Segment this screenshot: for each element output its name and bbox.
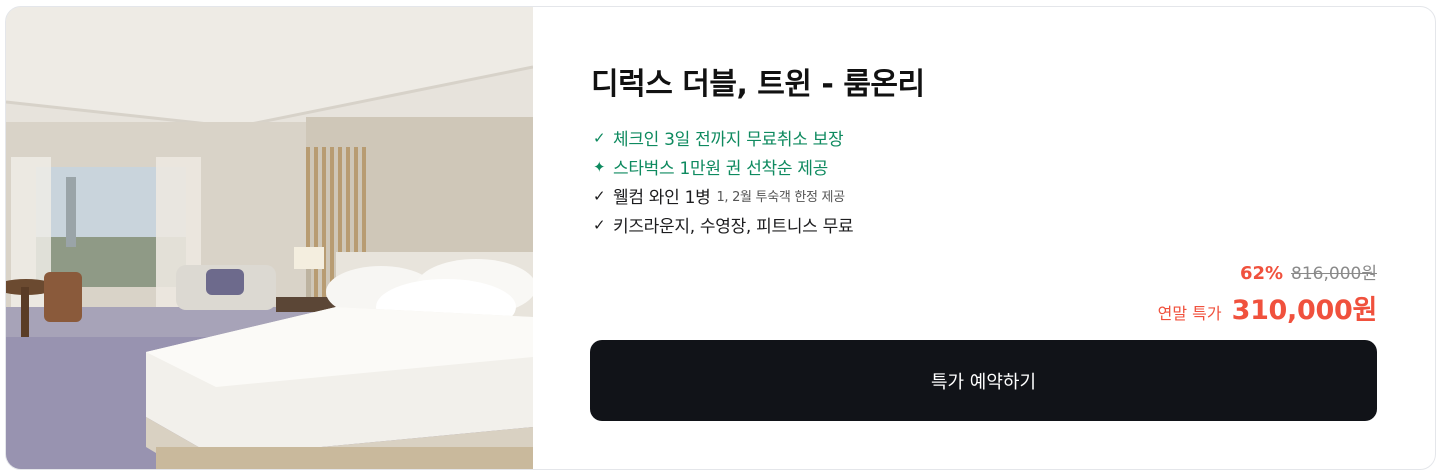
feature-label: 체크인 3일 전까지 무료취소 보장 [613, 130, 844, 150]
sparkle-icon: ✦ [593, 157, 606, 176]
discount-rate: 62% [1239, 263, 1284, 284]
book-deal-button[interactable]: 특가 예약하기 [590, 340, 1377, 421]
sale-row: 연말 특가 310,000원 [1157, 288, 1378, 327]
sale-price: 310,000원 [1231, 295, 1378, 326]
check-icon: ✓ [593, 128, 606, 147]
feature-label: 스타벅스 1만원 권 선착순 제공 [613, 159, 829, 179]
discount-row: 62% 816,000원 [1158, 259, 1377, 284]
feature-label: 웰컴 와인 1병 [613, 188, 711, 208]
price-block: 62% 816,000원 연말 특가 310,000원 [1157, 259, 1378, 327]
room-title: 디럭스 더블, 트윈 - 룸온리 [591, 67, 925, 102]
check-icon: ✓ [593, 215, 606, 234]
feature-starbucks: ✦ 스타벅스 1만원 권 선착순 제공 [593, 152, 853, 181]
feature-facilities: ✓ 키즈라운지, 수영장, 피트니스 무료 [593, 210, 854, 239]
feature-label: 키즈라운지, 수영장, 피트니스 무료 [613, 217, 854, 237]
check-icon: ✓ [593, 186, 606, 205]
room-offer-card: 디럭스 더블, 트윈 - 룸온리 ✓ 체크인 3일 전까지 무료취소 보장 ✦ … [5, 6, 1436, 470]
feature-welcome-wine: ✓ 웰컴 와인 1병 1, 2월 투숙객 한정 제공 [593, 181, 853, 210]
feature-list: ✓ 체크인 3일 전까지 무료취소 보장 ✦ 스타벅스 1만원 권 선착순 제공… [593, 123, 854, 239]
room-photo [6, 7, 533, 469]
sale-label: 연말 특가 [1157, 304, 1222, 323]
feature-note: 1, 2월 투숙객 한정 제공 [716, 190, 845, 205]
feature-free-cancel: ✓ 체크인 3일 전까지 무료취소 보장 [593, 123, 853, 152]
room-info: 디럭스 더블, 트윈 - 룸온리 ✓ 체크인 3일 전까지 무료취소 보장 ✦ … [533, 7, 1435, 469]
original-price: 816,000원 [1291, 264, 1377, 284]
